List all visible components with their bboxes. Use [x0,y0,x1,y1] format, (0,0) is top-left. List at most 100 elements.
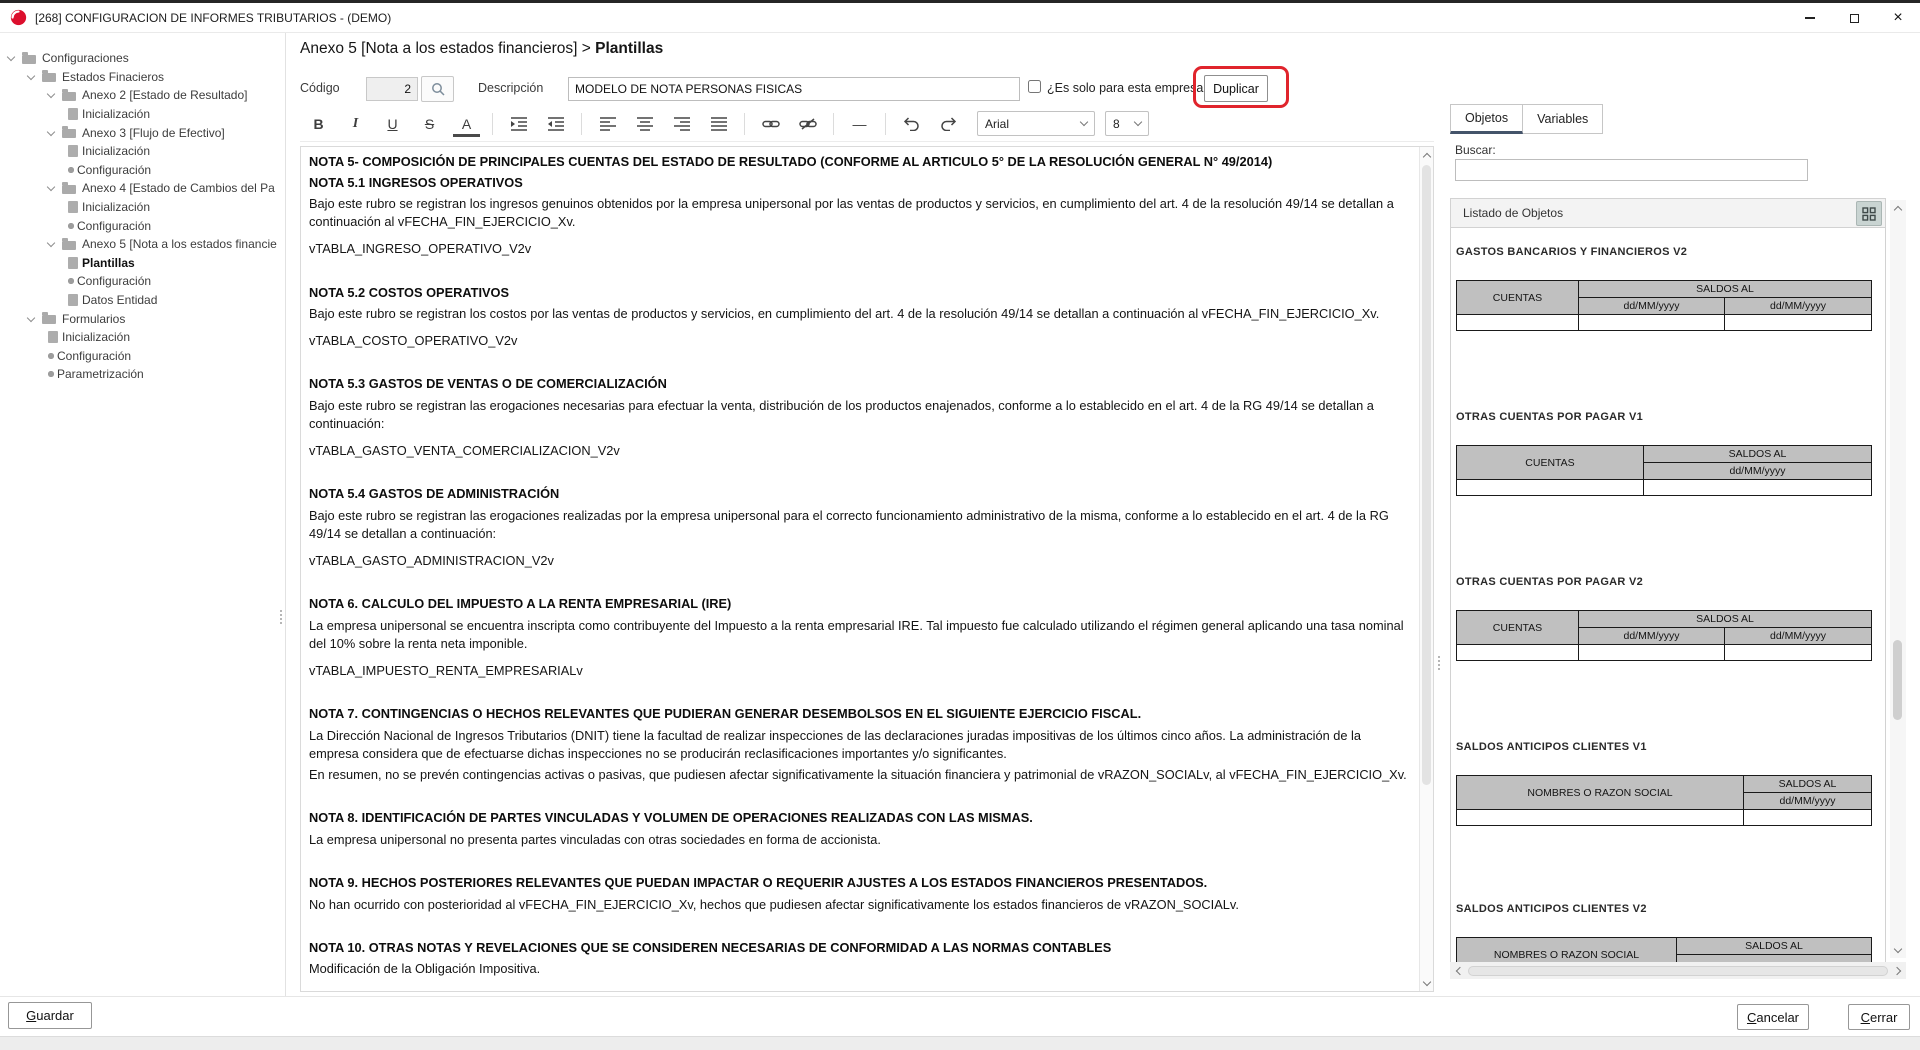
scroll-up-button[interactable] [1420,147,1433,163]
outdent-button[interactable] [542,111,569,137]
object-list-vscrollbar[interactable] [1890,200,1906,958]
object-item-otras-cuentas-pagar-v2[interactable]: OTRAS CUENTAS POR PAGAR V2 CUENTASSALDOS… [1456,576,1871,661]
scroll-down-button[interactable] [1420,975,1433,991]
strikethrough-button[interactable]: S [416,111,443,137]
object-list-hscrollbar[interactable] [1450,962,1906,979]
align-right-button[interactable] [668,111,695,137]
italic-button[interactable]: I [342,111,369,137]
justify-button[interactable] [705,111,732,137]
object-table: CUENTASSALDOS AL dd/MM/yyyydd/MM/yyyy [1456,280,1872,331]
folder-icon [62,129,76,138]
align-center-button[interactable] [631,111,658,137]
object-item-otras-cuentas-pagar-v1[interactable]: OTRAS CUENTAS POR PAGAR V1 CUENTASSALDOS… [1456,411,1871,496]
indent-button[interactable] [505,111,532,137]
scrollbar-thumb[interactable] [1422,165,1431,785]
chevron-down-icon [7,53,15,61]
remove-link-button[interactable] [794,111,821,137]
guardar-button[interactable]: Guardar [8,1002,92,1029]
tree-item-formularios-inicializacion[interactable]: Inicialización [0,328,285,347]
tree-item-configuraciones[interactable]: Configuraciones [0,49,285,68]
toolbar-separator [744,113,745,135]
duplicar-button[interactable]: Duplicar [1204,75,1268,102]
insert-link-button[interactable] [757,111,784,137]
bold-button[interactable]: B [305,111,332,137]
document-icon [48,331,58,343]
empresa-checkbox[interactable] [1028,80,1041,93]
redo-icon [940,117,957,131]
tree-item-anexo4-inicializacion[interactable]: Inicialización [0,198,285,217]
scrollbar-thumb[interactable] [1893,640,1902,720]
font-family-select[interactable]: Arial [977,111,1095,136]
tree-item-formularios-configuracion[interactable]: Configuración [0,347,285,366]
doc-paragraph: En resumen, no se prevén contingencias a… [309,766,1409,784]
listado-header: Listado de Objetos [1450,198,1886,228]
chevron-down-icon [47,239,55,247]
cancelar-button[interactable]: Cancelar [1737,1004,1809,1030]
gear-icon [48,371,54,377]
chevron-down-icon [1894,944,1902,952]
splitter-grip-left[interactable] [280,610,282,624]
grid-view-button[interactable] [1856,201,1882,226]
tree-item-plantillas[interactable]: Plantillas [0,254,285,273]
object-table: NOMBRES O RAZON SOCIALSALDOS AL [1456,937,1872,962]
doc-heading: NOTA 8. IDENTIFICACIÓN DE PARTES VINCULA… [309,809,1409,828]
tree-item-anexo5-configuracion[interactable]: Configuración [0,272,285,291]
buscar-input[interactable] [1455,159,1808,181]
tab-variables[interactable]: Variables [1523,104,1603,134]
document-icon [68,108,78,120]
document-icon [68,294,78,306]
gear-icon [48,353,54,359]
tree-item-anexo-4[interactable]: Anexo 4 [Estado de Cambios del Pa [0,179,285,198]
redo-button[interactable] [935,111,962,137]
restore-icon [1850,14,1859,23]
horizontal-rule-button[interactable]: — [846,111,873,137]
tree-item-formularios[interactable]: Formularios [0,309,285,328]
tree-item-anexo3-configuracion[interactable]: Configuración [0,161,285,180]
doc-heading: NOTA 6. CALCULO DEL IMPUESTO A LA RENTA … [309,595,1409,614]
tree-item-anexo4-configuracion[interactable]: Configuración [0,216,285,235]
doc-token: vTABLA_COSTO_OPERATIVO_V2v [309,332,1409,350]
tree-item-anexo-3[interactable]: Anexo 3 [Flujo de Efectivo] [0,123,285,142]
object-item-saldos-anticipos-v1[interactable]: SALDOS ANTICIPOS CLIENTES V1 NOMBRES O R… [1456,741,1871,826]
tab-objetos[interactable]: Objetos [1450,104,1523,134]
doc-paragraph: Bajo este rubro se registran las erogaci… [309,397,1409,433]
tree-item-datos-entidad[interactable]: Datos Entidad [0,291,285,310]
editor-scrollbar[interactable] [1419,147,1433,991]
undo-button[interactable] [898,111,925,137]
editor-content[interactable]: NOTA 5- COMPOSICIÓN DE PRINCIPALES CUENT… [301,147,1419,991]
codigo-input[interactable] [366,77,418,101]
minimize-button[interactable] [1788,3,1832,33]
toolbar-separator [581,113,582,135]
font-size-select[interactable]: 8 [1105,111,1149,136]
underline-button[interactable]: U [379,111,406,137]
link-icon [762,119,780,129]
scroll-up-button[interactable] [1890,200,1906,216]
tree-item-parametrizacion[interactable]: Parametrización [0,365,285,384]
close-button[interactable]: × [1876,3,1920,33]
descripcion-input[interactable] [568,77,1020,101]
right-panel-tabs: Objetos Variables [1450,104,1603,134]
empresa-checkbox-label[interactable]: ¿Es solo para esta empresa? [1047,81,1210,95]
object-table: CUENTASSALDOS AL dd/MM/yyyydd/MM/yyyy [1456,610,1872,661]
align-left-button[interactable] [594,111,621,137]
editor-toolbar: B I U S A — Arial 8 [300,106,1434,142]
font-color-button[interactable]: A [453,115,480,137]
gear-icon [68,278,74,284]
restore-button[interactable] [1832,3,1876,33]
scroll-down-button[interactable] [1890,942,1906,958]
scrollbar-thumb[interactable] [1468,966,1888,976]
search-button[interactable] [421,76,454,102]
object-item-gastos-bancarios-v2[interactable]: GASTOS BANCARIOS Y FINANCIEROS V2 CUENTA… [1456,246,1871,331]
template-editor: NOTA 5- COMPOSICIÓN DE PRINCIPALES CUENT… [300,146,1434,992]
chevron-down-icon [1080,118,1088,126]
splitter-grip-right[interactable] [1438,656,1440,670]
scroll-right-button[interactable] [1890,962,1906,979]
cerrar-button[interactable]: Cerrar [1848,1004,1910,1030]
tree-item-anexo3-inicializacion[interactable]: Inicialización [0,142,285,161]
unlink-icon [799,118,817,130]
tree-item-anexo-5[interactable]: Anexo 5 [Nota a los estados financie [0,235,285,254]
object-item-saldos-anticipos-v2[interactable]: SALDOS ANTICIPOS CLIENTES V2 NOMBRES O R… [1456,903,1871,962]
chevron-up-icon [1422,152,1430,160]
scroll-left-button[interactable] [1450,962,1466,979]
chevron-down-icon [1134,118,1142,126]
